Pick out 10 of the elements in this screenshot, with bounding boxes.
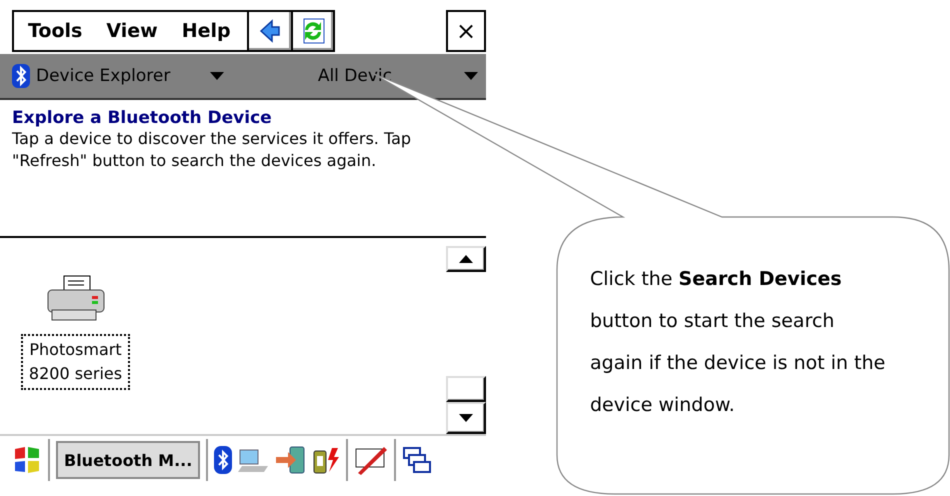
info-text: Tap a device to discover the services it offers. Tap "Refresh" button to search the devices again. <box>12 128 412 172</box>
info-title: Explore a Bluetooth Device <box>12 108 273 128</box>
menu-item[interactable]: Help <box>182 20 231 42</box>
menu-item[interactable]: View <box>106 20 158 42</box>
app-title[interactable]: Device Explorer <box>36 66 170 86</box>
menu-item[interactable]: Tools <box>28 20 82 42</box>
device-label[interactable]: Photosmart 8200 series <box>21 334 130 390</box>
callout-text: Click the Search Devices button to start the search again if the device is not in the device window. <box>590 267 886 418</box>
close-button[interactable]: × <box>446 10 486 52</box>
taskbar-button[interactable]: Bluetooth M... <box>56 441 200 479</box>
